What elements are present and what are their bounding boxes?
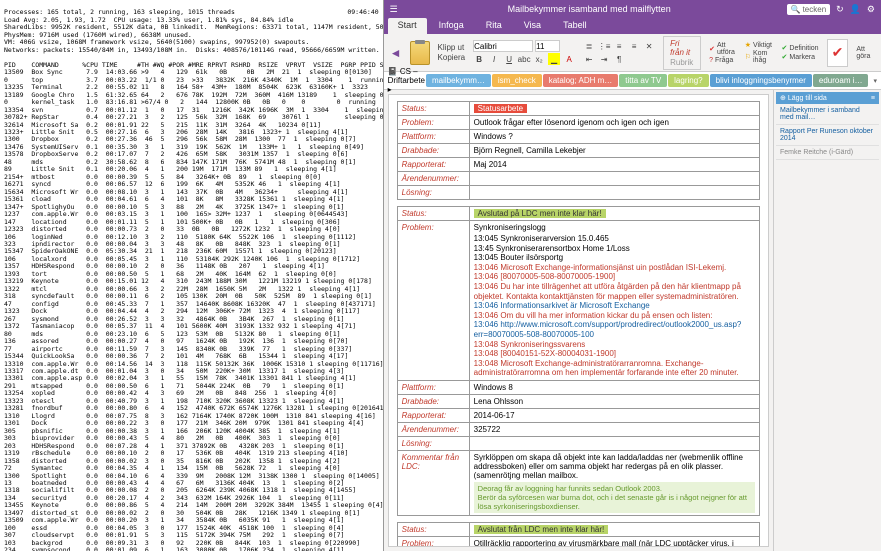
settings-icon[interactable]: ⚙ [867,4,875,15]
menu-tabs: Start Infoga Rita Visa Tabell [384,18,881,34]
page-item-1[interactable]: Mailbekymmer i samband med mail… [776,104,879,125]
font-size[interactable] [535,40,560,52]
back-icon[interactable]: ◄ [390,46,402,60]
align-center-button[interactable]: ≡ [628,40,640,52]
numbering-button[interactable]: ⋮≡ [598,40,610,52]
terminal-net: Networks: packets: 15540/84M in, 13493/1… [4,46,380,54]
subscript-button[interactable]: x₂ [533,53,545,65]
copy-label[interactable]: Kopiera [438,53,466,62]
page-item-2[interactable]: Rapport Per Runeson oktober 2014 [776,125,879,146]
ribbon: ◄ Klipp ut Kopiera B I U abc x₂ ▁ A [384,34,881,72]
underline-button[interactable]: U [503,53,515,65]
section-tabs: 📓 CS – Driftarbete ▸ mailbekymm… ism_che… [384,72,881,90]
tag-todo[interactable]: Att utföra [717,42,737,56]
section-inlogg[interactable]: blivi inloggningsbenyrmer [710,74,812,87]
bold-button[interactable]: B [473,53,485,65]
page-item-3[interactable]: Femke Reitche (i-Gärd) [776,146,879,160]
tab-visa[interactable]: Visa [514,18,551,34]
page-list: ⊕ Lägg till sida ≡ Mailbekymmer i samban… [773,90,881,551]
section-add[interactable]: ▾ [873,77,877,85]
terminal-rows: 13509 Box Sync 7.9 14:03.66 >9 4 129 61k… [4,69,379,551]
section-mailbekymm[interactable]: mailbekymm… [426,74,491,87]
titlebar: ☰ Mailbekymmer isamband med mailflytten … [384,0,881,18]
tag-definition[interactable]: Definition [789,45,818,52]
align-left-button[interactable]: ≡ [613,40,625,52]
status-badge: Avslutat från LDC men inte klar här! [474,525,609,534]
tag-remember[interactable]: Kom ihåg [753,50,774,64]
tab-tabell[interactable]: Tabell [553,18,597,34]
sync-icon[interactable]: ↻ [836,4,844,15]
sync-log: 13:045 Synkroniserarversion 15.0.46513:4… [474,234,755,378]
document-canvas[interactable]: Status:Statusarbete Problem:Outlook fråg… [388,94,769,547]
section-katalog[interactable]: katalog; ADH m… [543,74,619,87]
tag-question[interactable]: Fråga [715,57,733,64]
add-page-button[interactable]: ⊕ Lägg till sida ≡ [776,92,879,104]
todo-big-button[interactable]: ✔ [827,39,849,67]
note-box: Deorag får av loggning har funnits sedan… [474,482,755,513]
app-menu-icon[interactable]: ☰ [390,4,398,15]
workspace: Status:Statusarbete Problem:Outlook fråg… [384,90,881,551]
section-eduroam[interactable]: eduroam i… [813,74,869,87]
case-block-1: Status:Statusarbete Problem:Outlook fråg… [397,101,760,200]
app-window: ☰ Mailbekymmer isamband med mailflytten … [383,0,881,551]
todo-big-label: Att göra [856,46,875,60]
outdent-button[interactable]: ⇤ [583,53,595,65]
user-icon[interactable]: 👤 [850,4,861,15]
highlight-button[interactable]: ▁ [548,53,560,65]
tab-rita[interactable]: Rita [476,18,512,34]
italic-button[interactable]: I [488,53,500,65]
window-title: Mailbekymmer isamband med mailflytten [398,4,781,14]
font-select[interactable] [473,40,533,52]
status-badge: Statusarbete [474,104,527,113]
tab-infoga[interactable]: Infoga [429,18,474,34]
tag-highlight[interactable]: Markera [789,54,815,61]
status-badge: Avslutad på LDC men inte klar här! [474,209,606,218]
search-box[interactable]: 🔍 tecken [787,4,831,15]
terminal-panel: 09:46:40Processes: 165 total, 2 running,… [0,0,383,551]
section-ism[interactable]: ism_check [492,74,542,87]
case-block-2: Status:Avslutad på LDC men inte klar här… [397,206,760,516]
tag-important[interactable]: Viktigt [753,42,772,49]
tab-start[interactable]: Start [388,18,427,34]
paragraph-button[interactable]: ¶ [613,53,625,65]
terminal-clock: 09:46:40 [347,9,378,16]
indent-button[interactable]: ⇥ [598,53,610,65]
bullets-button[interactable]: ≣ [583,40,595,52]
cut-label[interactable]: Klipp ut [438,43,466,52]
clear-format-button[interactable]: ✕ [643,40,655,52]
paste-icon[interactable] [410,41,430,65]
case-block-3: Status:Avslutat från LDC men inte klar h… [397,522,760,547]
frame-sub: Rubrik [670,58,694,67]
font-color-button[interactable]: A [563,53,575,65]
section-lagring[interactable]: lagring? [668,74,708,87]
frame-label[interactable]: Fri från it [670,39,694,57]
strike-button[interactable]: abc [518,53,530,65]
section-titta[interactable]: titta av TV [619,74,667,87]
